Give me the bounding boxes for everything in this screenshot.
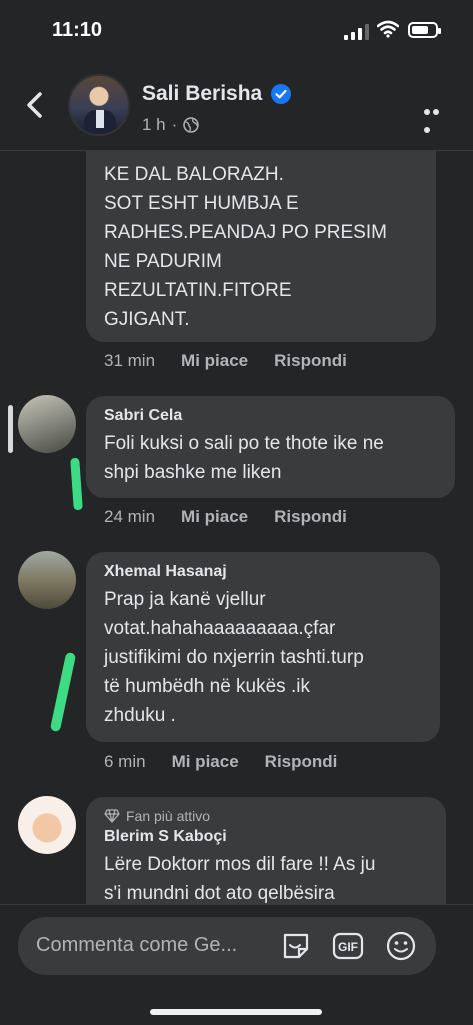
scrollbar-thumb[interactable] [8, 405, 13, 453]
more-options-icon[interactable] [424, 102, 450, 133]
diamond-icon [104, 809, 120, 823]
sticker-icon[interactable] [279, 929, 313, 963]
comment-line: shpi bashke me liken [104, 462, 282, 483]
meta-separator: · [171, 115, 178, 134]
reply-button[interactable]: Rispondi [274, 507, 347, 527]
comment-author[interactable]: Xhemal Hasanaj [104, 563, 422, 581]
comment-line: REZULTATIN.FITORE [104, 280, 292, 301]
commenter-avatar[interactable] [18, 395, 76, 453]
comment-time: 31 min [104, 351, 156, 370]
comment-bubble: Xhemal Hasanaj Prap ja kanë vjellur vota… [86, 552, 440, 742]
comment-author[interactable]: Blerim S Kaboçi [104, 828, 428, 846]
comment-bubble: KE DAL BALORAZH. SOT ESHT HUMBJA E RADHE… [86, 150, 436, 342]
back-arrow-icon[interactable] [20, 88, 50, 122]
post-meta: 1 h · [142, 115, 200, 135]
page-avatar[interactable] [68, 74, 130, 136]
comment-line: të humbëdh në kukës .ik [104, 676, 310, 697]
comment-line: zhduku . [104, 705, 176, 726]
comment-author[interactable]: Sabri Cela [104, 407, 437, 425]
comment-placeholder: Commenta come Ge... [36, 934, 238, 956]
badge-label: Fan più attivo [126, 808, 211, 824]
battery-icon [408, 22, 441, 38]
comment-line: Foli kuksi o sali po te thote ike ne [104, 433, 384, 454]
status-bar: 11:10 [0, 0, 473, 60]
cellular-signal-icon [344, 24, 369, 40]
comment-line: SOT ESHT HUMBJA E [104, 193, 299, 214]
verified-badge-icon [271, 84, 291, 104]
highlight-mark [70, 457, 83, 511]
globe-icon [183, 117, 200, 133]
status-time: 11:10 [52, 19, 103, 41]
post-time: 1 h [142, 115, 166, 134]
wifi-icon [377, 20, 399, 38]
reply-button[interactable]: Rispondi [274, 351, 347, 371]
like-button[interactable]: Mi piace [181, 507, 248, 527]
page-name[interactable]: Sali Berisha [142, 82, 262, 106]
comment-line: Prap ja kanë vjellur [104, 589, 266, 610]
svg-text:GIF: GIF [338, 940, 358, 954]
comment-bubble: Sabri Cela Foli kuksi o sali po te thote… [86, 396, 455, 498]
like-button[interactable]: Mi piace [172, 752, 239, 772]
commenter-avatar[interactable] [18, 551, 76, 609]
comment-actions: 24 min Mi piace Rispondi [104, 507, 347, 527]
comment-line: KE DAL BALORAZH. [104, 164, 284, 185]
emoji-icon[interactable] [384, 929, 418, 963]
highlight-mark [49, 651, 77, 733]
comment-actions: 6 min Mi piace Rispondi [104, 752, 337, 772]
comment-line: votat.hahahaaaaaaaaa.çfar [104, 618, 336, 639]
commenter-avatar[interactable] [18, 796, 76, 854]
top-fan-badge: Fan più attivo [104, 808, 428, 824]
reply-button[interactable]: Rispondi [265, 752, 338, 772]
comment-composer: Commenta come Ge... GIF [0, 904, 473, 1025]
home-indicator [150, 1009, 322, 1015]
post-header: Sali Berisha 1 h · [0, 60, 473, 150]
gif-icon[interactable]: GIF [331, 929, 365, 963]
comment-line: GJIGANT. [104, 309, 190, 330]
like-button[interactable]: Mi piace [181, 351, 248, 371]
comment-line: RADHES.PEANDAJ PO PRESIM [104, 222, 387, 243]
comment-input[interactable]: Commenta come Ge... GIF [18, 917, 436, 975]
comment-line: justifikimi do nxjerrin tashti.turp [104, 647, 364, 668]
comment-time: 24 min [104, 507, 156, 526]
comment-line: NE PADURIM [104, 251, 222, 272]
comment-time: 6 min [104, 752, 146, 771]
comment-line: Lëre Doktorr mos dil fare !! As ju [104, 854, 376, 875]
comment-actions: 31 min Mi piace Rispondi [104, 351, 347, 371]
